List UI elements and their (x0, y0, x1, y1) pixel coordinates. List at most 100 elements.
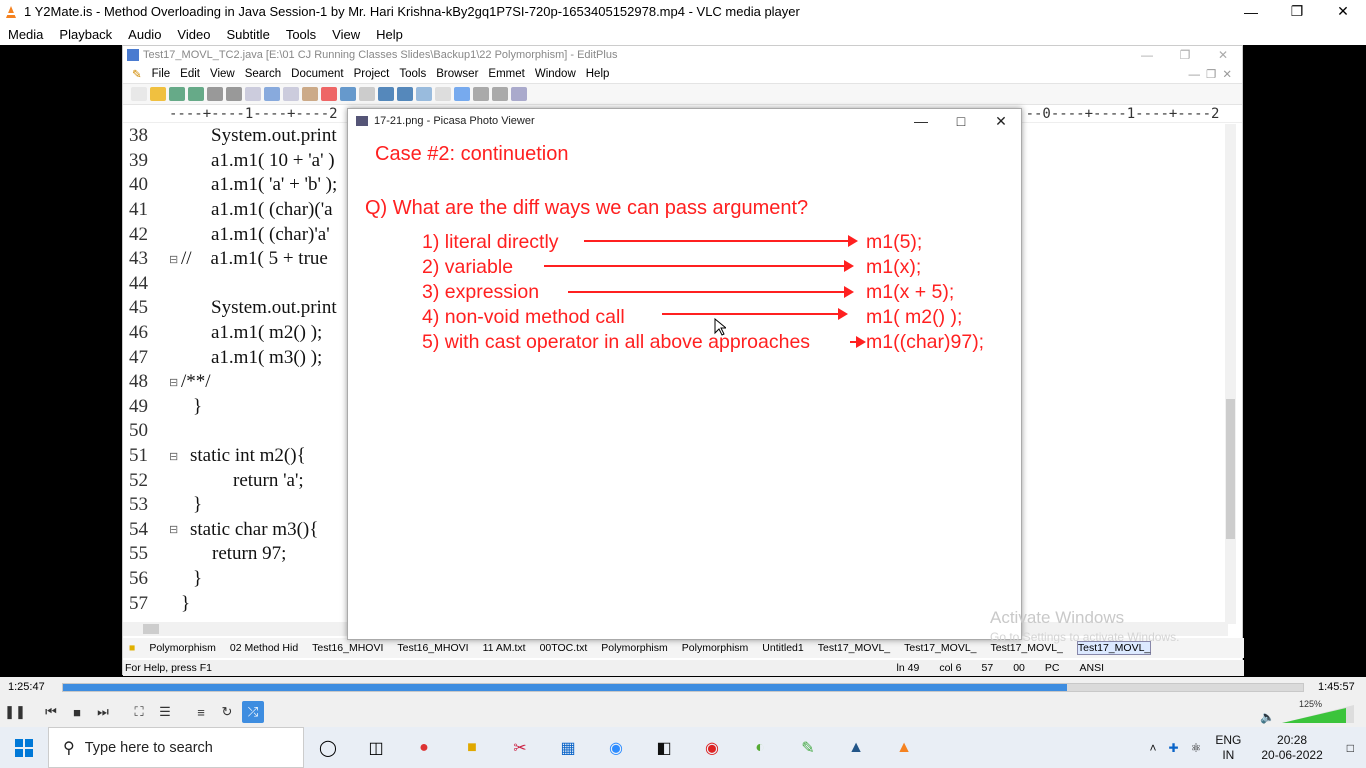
copy-icon[interactable] (283, 87, 299, 101)
word-wrap-icon[interactable] (454, 87, 470, 101)
ep-menu-browser[interactable]: Browser (431, 68, 483, 80)
slide-result: m1( m2() ); (866, 306, 963, 328)
menu-media[interactable]: Media (0, 27, 51, 42)
print-preview-icon[interactable] (226, 87, 242, 101)
delete-icon[interactable] (321, 87, 337, 101)
doc-tab[interactable]: Test16_MHOVI (397, 642, 468, 654)
ep-menu-window[interactable]: Window (530, 68, 581, 80)
extended-settings-button[interactable]: ☰ (154, 701, 176, 723)
notepad-icon[interactable]: ✎ (784, 727, 832, 768)
ep-menu-edit[interactable]: Edit (175, 68, 205, 80)
minimize-icon[interactable]: — (1128, 48, 1166, 62)
next-button[interactable]: ⏭ (92, 701, 114, 723)
help-icon[interactable] (511, 87, 527, 101)
taskbar-search-box[interactable]: ⚲ Type here to search (48, 727, 304, 768)
ep-menu-file[interactable]: File (147, 68, 176, 80)
browser-icon[interactable] (416, 87, 432, 101)
open-folder-icon[interactable] (150, 87, 166, 101)
doc-tab[interactable]: Test16_MHOVI (312, 642, 383, 654)
new-file-icon[interactable] (131, 87, 147, 101)
vertical-scrollbar[interactable] (1225, 124, 1236, 624)
ep-menu-tools[interactable]: Tools (394, 68, 431, 80)
vlc-taskbar-icon[interactable]: ▲ (880, 727, 928, 768)
store-icon[interactable]: ▦ (544, 727, 592, 768)
menu-playback[interactable]: Playback (51, 27, 120, 42)
chrome-icon[interactable]: ● (400, 727, 448, 768)
snipping-tool-icon[interactable]: ✂ (496, 727, 544, 768)
doc-tab[interactable]: 11 AM.txt (483, 642, 526, 654)
ep-menu-document[interactable]: Document (286, 68, 348, 80)
doc-tab[interactable]: Polymorphism (601, 642, 668, 654)
menu-tools[interactable]: Tools (278, 27, 324, 42)
eclipse-icon[interactable]: ◐ (736, 727, 784, 768)
plus-icon[interactable]: ✚ (1163, 741, 1185, 755)
close-icon[interactable]: ✕ (981, 113, 1021, 130)
menu-audio[interactable]: Audio (120, 27, 169, 42)
start-button[interactable] (0, 727, 48, 768)
close-icon[interactable]: ✕ (1204, 48, 1242, 62)
print-icon[interactable] (207, 87, 223, 101)
settings-icon[interactable] (492, 87, 508, 101)
lang-code: ENG (1215, 732, 1242, 747)
ep-menu-project[interactable]: Project (349, 68, 395, 80)
minimize-icon[interactable]: — (901, 113, 941, 129)
save-icon[interactable] (169, 87, 185, 101)
menu-subtitle[interactable]: Subtitle (218, 27, 277, 42)
stop-button[interactable]: ■ (66, 701, 88, 723)
doc-tab[interactable]: Test17_MOVL_ (818, 642, 890, 654)
seek-progress (63, 683, 1068, 691)
record-icon[interactable]: ◉ (688, 727, 736, 768)
redo-icon[interactable] (359, 87, 375, 101)
font-icon[interactable] (435, 87, 451, 101)
volume-slider[interactable]: 125% 🔈 (1260, 699, 1360, 725)
ep-menu-view[interactable]: View (205, 68, 240, 80)
undo-icon[interactable] (340, 87, 356, 101)
doc-tab[interactable]: 00TOC.txt (540, 642, 588, 654)
paste-icon[interactable] (302, 87, 318, 101)
random-button[interactable]: ⤮ (242, 701, 264, 723)
scroll-thumb[interactable] (1226, 399, 1235, 539)
mdi-window-buttons[interactable]: —❐✕ (1184, 67, 1242, 81)
spell-check-icon[interactable] (245, 87, 261, 101)
notification-icon[interactable]: □ (1335, 741, 1366, 755)
menu-video[interactable]: Video (169, 27, 218, 42)
previous-button[interactable]: ⏮ (40, 701, 62, 723)
doc-tab[interactable]: Polymorphism (682, 642, 749, 654)
save-all-icon[interactable] (188, 87, 204, 101)
cut-icon[interactable] (264, 87, 280, 101)
zoom-icon[interactable]: ◉ (592, 727, 640, 768)
ep-menu-emmet[interactable]: Emmet (483, 68, 529, 80)
restore-icon[interactable]: ❐ (1274, 0, 1320, 23)
pause-button[interactable]: ❚❚ (4, 701, 26, 723)
ep-menu-help[interactable]: Help (581, 68, 615, 80)
fullscreen-button[interactable]: ⛶ (128, 701, 150, 723)
task-view-icon[interactable]: ◫ (352, 727, 400, 768)
maximize-icon[interactable]: □ (941, 113, 981, 129)
ep-menu-search[interactable]: Search (240, 68, 286, 80)
cortana-icon[interactable]: ◯ (304, 727, 352, 768)
photos-icon[interactable]: ▲ (832, 727, 880, 768)
close-icon[interactable]: ✕ (1320, 0, 1366, 23)
vlc-title-bar: 1 Y2Mate.is - Method Overloading in Java… (0, 0, 1366, 23)
clock[interactable]: 20:28 20-06-2022 (1249, 733, 1334, 763)
ruler-icon[interactable] (473, 87, 489, 101)
language-indicator[interactable]: ENG IN (1207, 733, 1249, 763)
file-explorer-icon[interactable]: ■ (448, 727, 496, 768)
playlist-button[interactable]: ≡ (190, 701, 212, 723)
menu-view[interactable]: View (324, 27, 368, 42)
seek-slider[interactable] (62, 682, 1304, 692)
replace-icon[interactable] (397, 87, 413, 101)
restore-icon[interactable]: ❐ (1166, 48, 1204, 62)
sticky-notes-icon[interactable]: ◧ (640, 727, 688, 768)
chevron-up-icon[interactable]: ˄ (1144, 741, 1163, 755)
doc-tab[interactable]: Polymorphism (149, 642, 216, 654)
doc-tab[interactable]: 02 Method Hid (230, 642, 298, 654)
scroll-thumb[interactable] (143, 624, 159, 634)
minimize-icon[interactable]: — (1228, 0, 1274, 23)
doc-tab[interactable]: Test17_MOVL_ (904, 642, 976, 654)
doc-tab[interactable]: Untitled1 (762, 642, 803, 654)
menu-help[interactable]: Help (368, 27, 411, 42)
loop-button[interactable]: ↻ (216, 701, 238, 723)
network-icon[interactable]: ⚛ (1185, 741, 1208, 755)
find-icon[interactable] (378, 87, 394, 101)
